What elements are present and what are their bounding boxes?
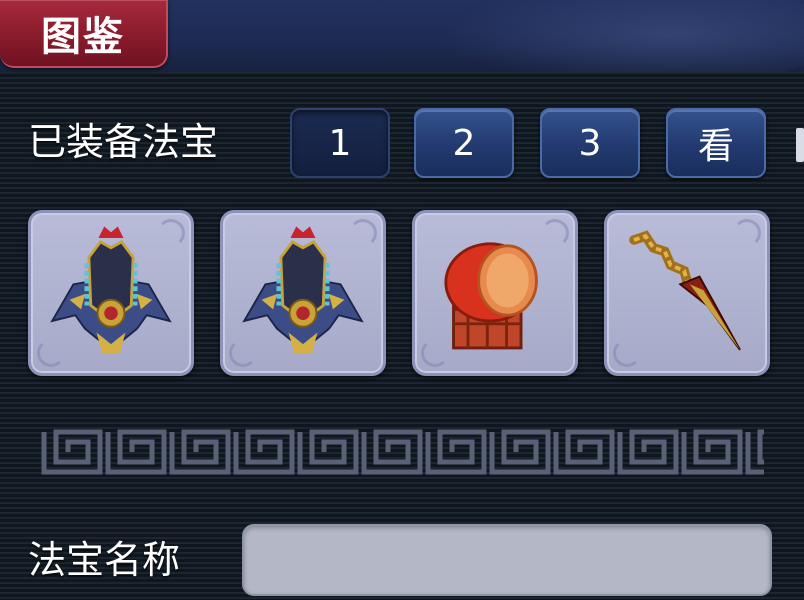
treasure-slot-1[interactable]	[28, 210, 194, 376]
view-button[interactable]: 看	[666, 108, 766, 178]
treasure-slot-3[interactable]	[412, 210, 578, 376]
set-button-1[interactable]: 1	[290, 108, 390, 178]
armor-icon	[50, 226, 172, 354]
treasure-name-label: 法宝名称	[28, 538, 181, 582]
armor-icon	[242, 226, 364, 354]
set-button-2[interactable]: 2	[414, 108, 514, 178]
treasure-slot-4[interactable]	[604, 210, 770, 376]
equipped-treasure-label: 已装备法宝	[28, 120, 219, 164]
tab-illustrated-handbook[interactable]: 图鉴	[0, 0, 168, 68]
edge-marker	[796, 128, 804, 162]
dagger-icon	[629, 230, 741, 351]
treasure-slot-2[interactable]	[220, 210, 386, 376]
drum-icon	[444, 242, 538, 350]
set-button-3[interactable]: 3	[540, 108, 640, 178]
cloud-swirl-decoration	[420, 0, 804, 72]
treasure-name-field[interactable]	[242, 524, 772, 596]
meander-pattern-divider	[40, 428, 764, 476]
